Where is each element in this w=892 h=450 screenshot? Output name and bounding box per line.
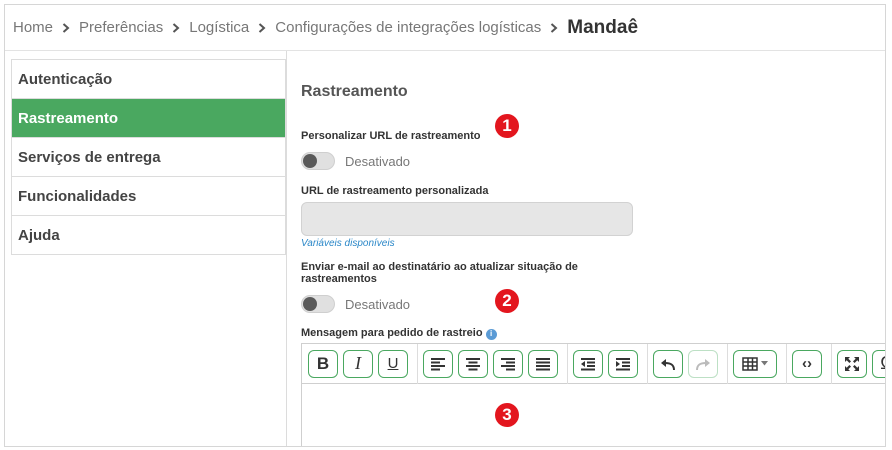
- message-label: Mensagem para pedido de rastreio: [301, 327, 483, 339]
- sidebar-item-label: Funcionalidades: [18, 187, 137, 205]
- indent-button[interactable]: [608, 349, 638, 378]
- editor-content-area[interactable]: [302, 384, 885, 446]
- table-icon: [742, 356, 758, 371]
- breadcrumb-logistica[interactable]: Logística: [189, 19, 249, 36]
- toolbar-group-history: [653, 343, 728, 384]
- custom-url-toggle-row: Desativado: [301, 152, 410, 170]
- toolbar-group-misc: Ω: [837, 344, 885, 384]
- align-center-button[interactable]: [458, 349, 488, 378]
- breadcrumb-home[interactable]: Home: [13, 19, 53, 36]
- undo-icon: [660, 357, 676, 371]
- chevron-right-icon: [258, 22, 266, 33]
- annotation-badge-3: 3: [495, 403, 519, 427]
- breadcrumb-integracoes[interactable]: Configurações de integrações logísticas: [275, 19, 541, 36]
- outdent-icon: [580, 357, 596, 371]
- email-toggle-row: Desativado: [301, 295, 410, 313]
- outdent-button[interactable]: [573, 349, 603, 378]
- sidebar-item-ajuda[interactable]: Ajuda: [12, 216, 285, 255]
- sidebar-item-rastreamento[interactable]: Rastreamento: [12, 99, 285, 138]
- redo-icon: [695, 357, 711, 371]
- toggle-knob: [303, 154, 317, 168]
- align-right-button[interactable]: [493, 349, 523, 378]
- align-right-icon: [500, 357, 516, 371]
- code-icon: ‹›: [802, 355, 812, 372]
- toolbar-group-align: [423, 343, 568, 384]
- fullscreen-icon: [844, 356, 860, 372]
- underline-button[interactable]: U: [378, 349, 408, 378]
- toolbar-group-table: [733, 343, 787, 384]
- main-content: Rastreamento Personalizar URL de rastrea…: [301, 51, 885, 446]
- table-dropdown-button[interactable]: [733, 349, 777, 378]
- toolbar-group-indent: [573, 343, 648, 384]
- editor-toolbar: B I U ‹›: [302, 343, 885, 384]
- message-label-row: Mensagem para pedido de rastreio i: [301, 327, 497, 340]
- italic-icon: I: [355, 353, 361, 373]
- special-char-button[interactable]: Ω: [872, 349, 885, 378]
- sidebar-item-label: Autenticação: [18, 70, 113, 88]
- indent-icon: [615, 357, 631, 371]
- code-view-button[interactable]: ‹›: [792, 349, 822, 378]
- chevron-right-icon: [62, 22, 70, 33]
- bold-icon: B: [316, 353, 330, 373]
- undo-button[interactable]: [653, 349, 683, 378]
- align-justify-button[interactable]: [528, 349, 558, 378]
- annotation-badge-2: 2: [495, 289, 519, 313]
- align-center-icon: [465, 357, 481, 371]
- sidebar-item-servicos-de-entrega[interactable]: Serviços de entrega: [12, 138, 285, 177]
- align-left-icon: [430, 357, 446, 371]
- sidebar-item-autenticacao[interactable]: Autenticação: [12, 60, 285, 99]
- chevron-right-icon: [550, 22, 558, 33]
- caret-down-icon: [761, 361, 768, 366]
- custom-url-label: Personalizar URL de rastreamento: [301, 130, 481, 142]
- toolbar-group-format: B I U: [308, 343, 418, 384]
- italic-button[interactable]: I: [343, 349, 373, 378]
- variables-link[interactable]: Variáveis disponíveis: [301, 238, 395, 249]
- email-notify-toggle[interactable]: [301, 295, 335, 313]
- info-icon[interactable]: i: [485, 328, 497, 340]
- panel-divider: [286, 51, 287, 446]
- underline-icon: U: [387, 355, 399, 372]
- page-title: Mandaê: [567, 16, 639, 38]
- rich-text-editor: B I U ‹›: [301, 343, 885, 446]
- email-notify-label-line1: Enviar e-mail ao destinatário ao atualiz…: [301, 261, 578, 273]
- sidebar-item-funcionalidades[interactable]: Funcionalidades: [12, 177, 285, 216]
- email-notify-label-line2: rastreamentos: [301, 273, 377, 285]
- url-field-label: URL de rastreamento personalizada: [301, 185, 489, 197]
- breadcrumb-preferencias[interactable]: Preferências: [79, 19, 163, 36]
- custom-url-input[interactable]: [301, 202, 633, 236]
- app-frame: Home Preferências Logística Configuraçõe…: [4, 4, 886, 447]
- chevron-right-icon: [172, 22, 180, 33]
- sidebar-item-label: Ajuda: [18, 226, 60, 244]
- fullscreen-button[interactable]: [837, 349, 867, 378]
- custom-url-toggle[interactable]: [301, 152, 335, 170]
- custom-url-toggle-status: Desativado: [345, 153, 411, 169]
- bold-button[interactable]: B: [308, 349, 338, 378]
- annotation-badge-1: 1: [495, 114, 519, 138]
- section-title: Rastreamento: [301, 83, 408, 100]
- omega-icon: Ω: [880, 353, 885, 374]
- redo-button[interactable]: [688, 349, 718, 378]
- sidebar: Autenticação Rastreamento Serviços de en…: [11, 59, 286, 255]
- align-justify-icon: [535, 357, 551, 371]
- email-notify-toggle-status: Desativado: [345, 296, 411, 312]
- breadcrumb: Home Preferências Logística Configuraçõe…: [5, 5, 885, 51]
- toggle-knob: [303, 297, 317, 311]
- sidebar-item-label: Rastreamento: [18, 109, 119, 127]
- align-left-button[interactable]: [423, 349, 453, 378]
- toolbar-group-code: ‹›: [792, 343, 832, 384]
- sidebar-item-label: Serviços de entrega: [18, 148, 161, 166]
